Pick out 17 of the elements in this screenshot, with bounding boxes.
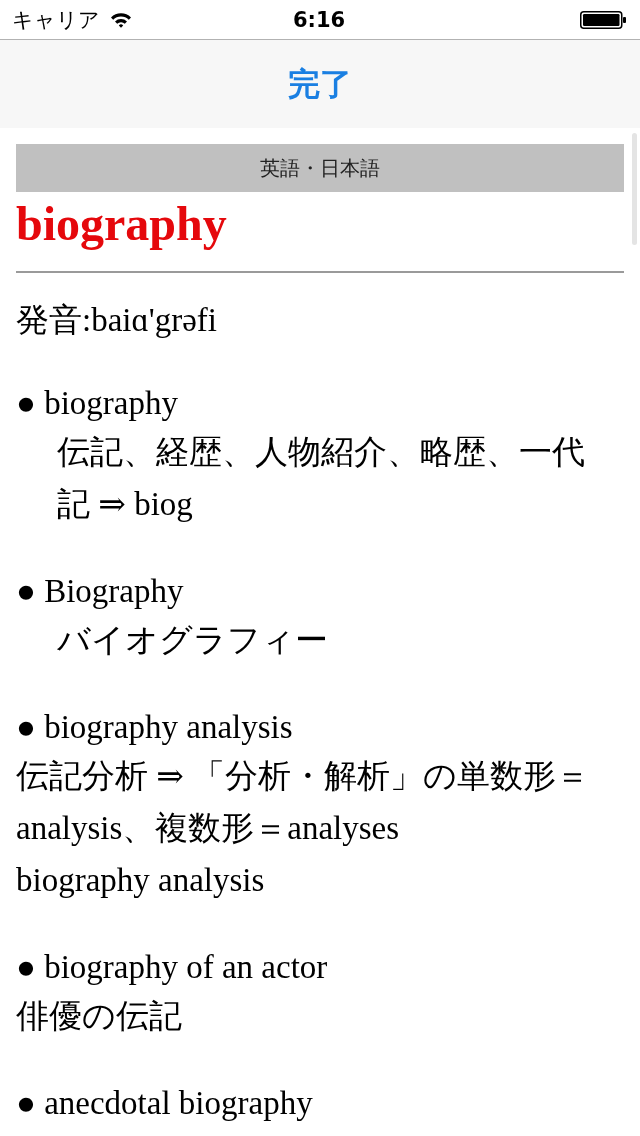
status-time: 6:16: [292, 6, 346, 33]
entry-term: ● biography: [16, 384, 179, 423]
entry-term: ● Biography: [16, 572, 185, 611]
wifi-icon: [110, 11, 132, 28]
battery-icon: [580, 10, 626, 29]
entry-definition: 俳優の伝記: [16, 997, 183, 1036]
done-button[interactable]: 完了: [278, 60, 362, 108]
entry-definition: biography analysis: [16, 861, 266, 900]
dictionary-label: 英語・日本語: [16, 144, 624, 192]
entry-term: ● anecdotal biography: [16, 1084, 314, 1123]
carrier-name: キャリア: [12, 6, 100, 33]
entry-term: ● biography analysis: [16, 708, 294, 747]
pronunciation-text: 発音:baiɑ'grəfi: [16, 301, 218, 340]
headword-title: biography: [16, 196, 228, 252]
entry-term: ● biography of an actor: [16, 948, 329, 987]
entry-definition: バイオグラフィー: [56, 621, 329, 660]
entry-definition: 伝記、経歴、人物紹介、略歴、一代記 ⇒ biog: [56, 433, 586, 524]
